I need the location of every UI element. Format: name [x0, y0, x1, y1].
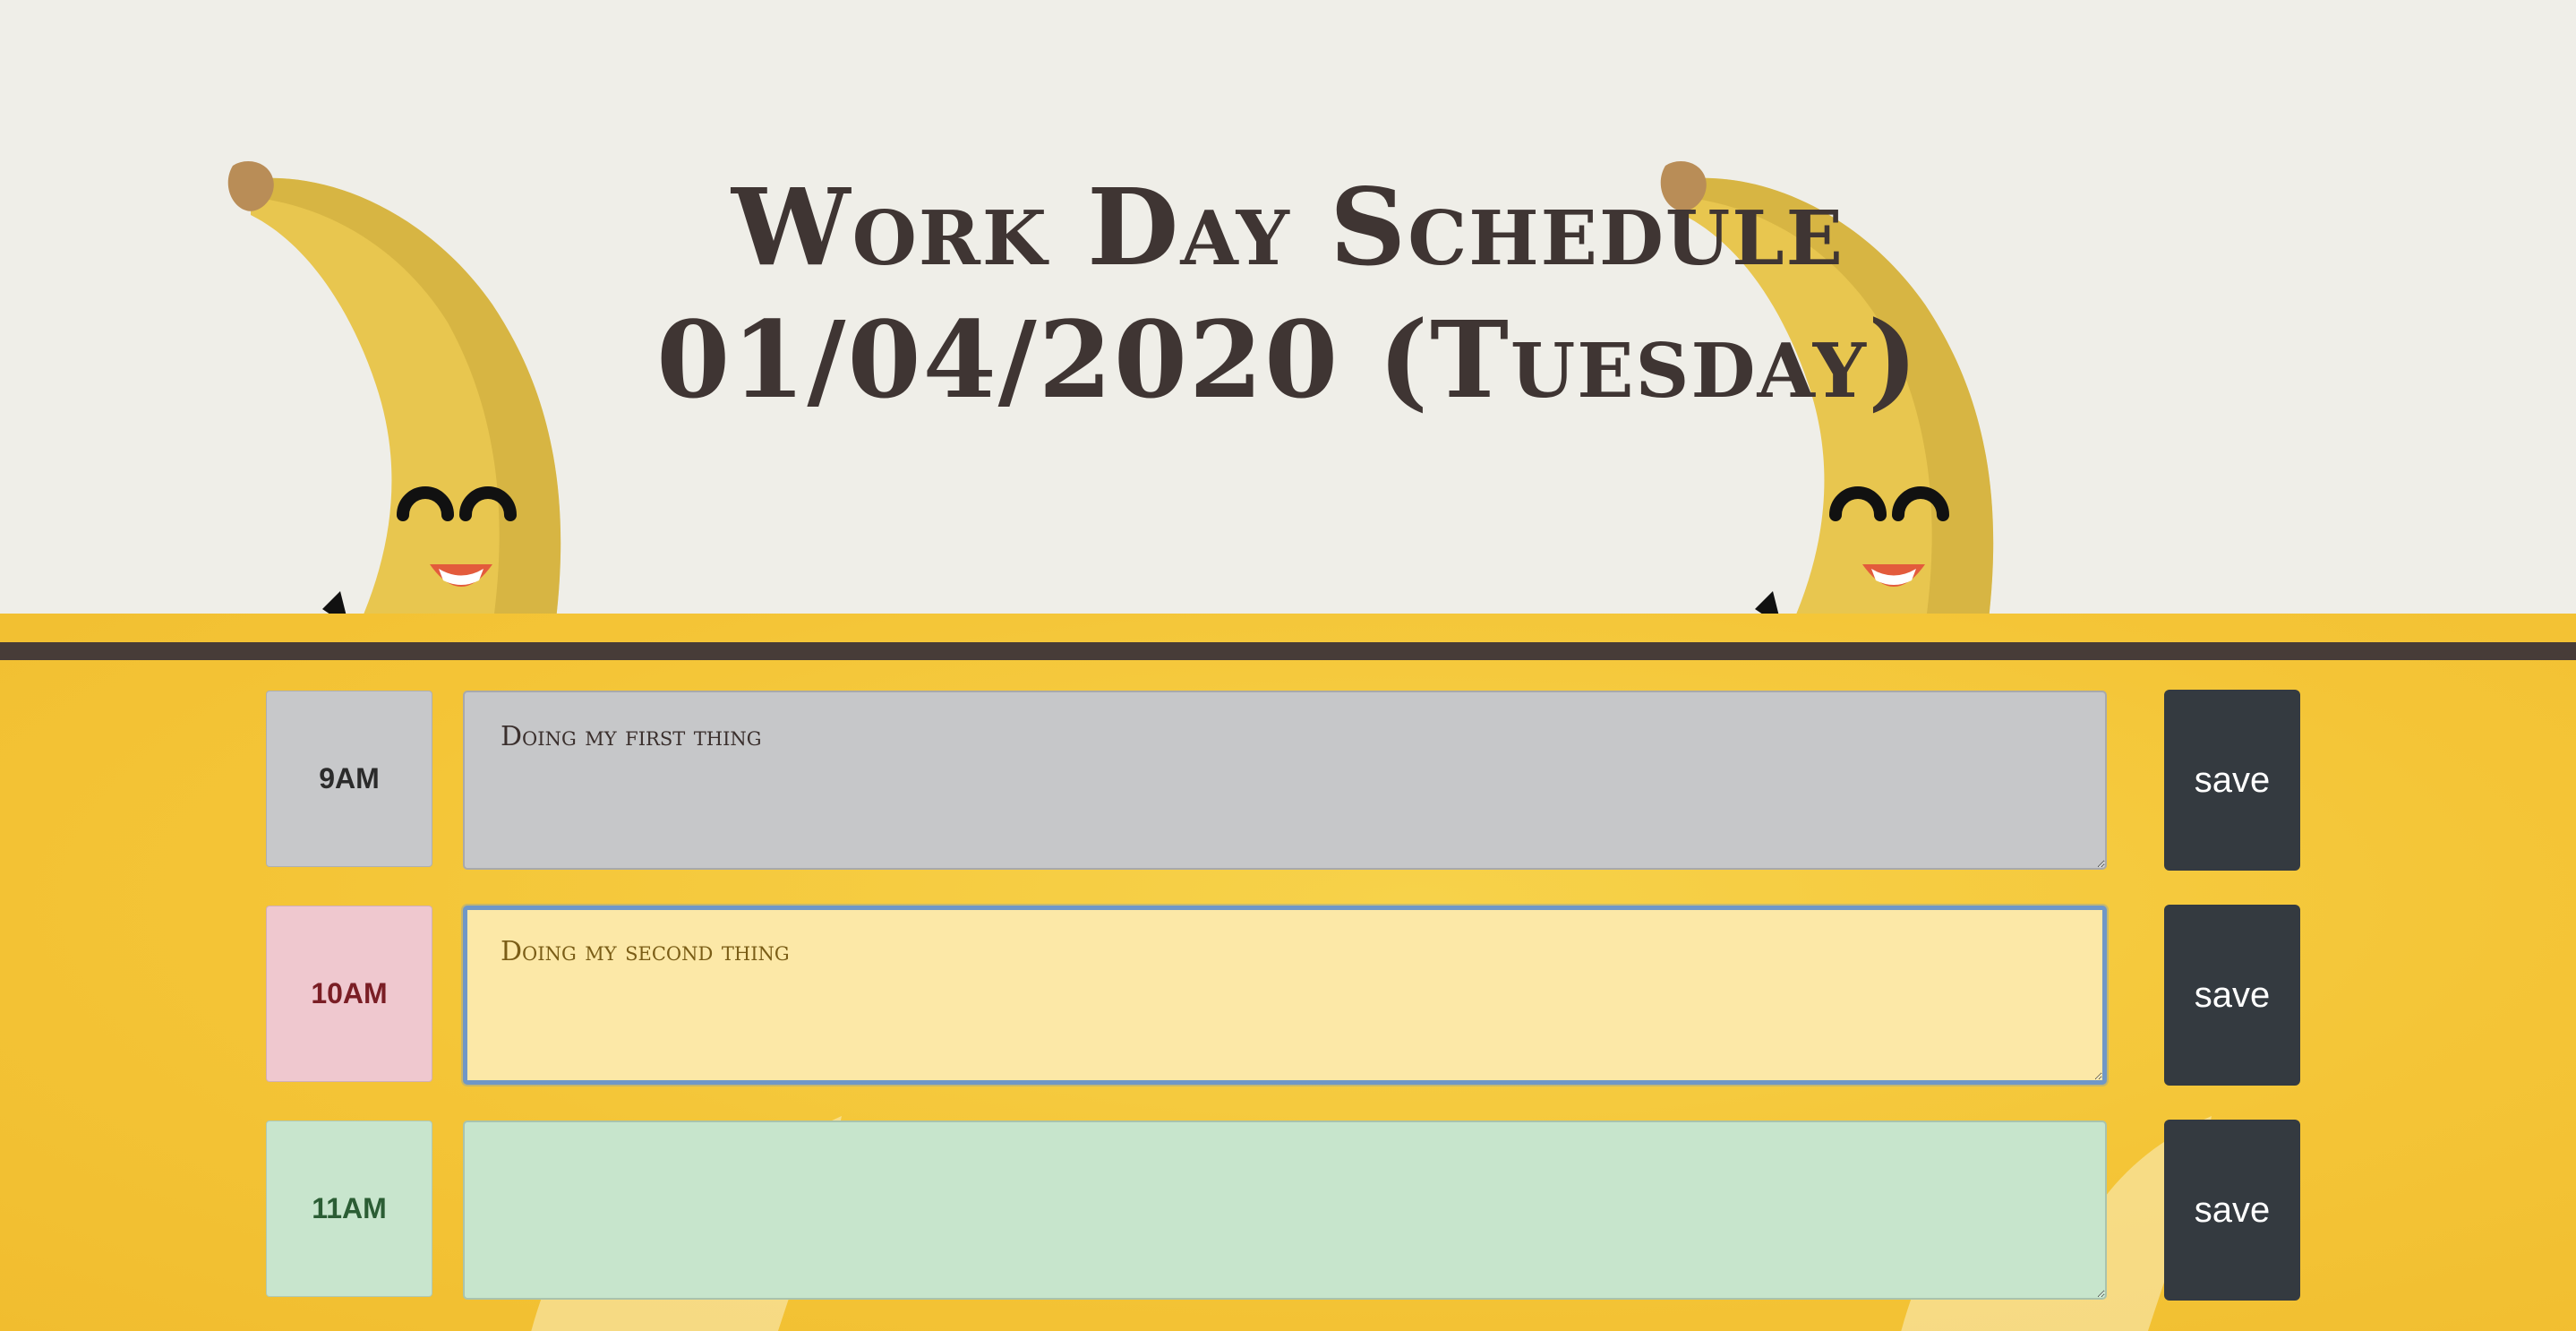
hour-label: 11AM — [266, 1121, 432, 1297]
save-button[interactable]: save — [2164, 905, 2300, 1086]
task-input[interactable]: Doing my second thing — [463, 906, 2107, 1085]
hour-label: 10AM — [266, 906, 432, 1082]
task-input[interactable]: Doing my first thing — [463, 691, 2107, 870]
time-block-row: 9AM Doing my first thing save — [266, 690, 2300, 871]
page-title-block: Work Day Schedule 01/04/2020 (Tuesday) — [0, 175, 2576, 413]
header: Work Day Schedule 01/04/2020 (Tuesday) — [0, 0, 2576, 614]
header-divider — [0, 642, 2576, 660]
save-button[interactable]: save — [2164, 1120, 2300, 1301]
save-button[interactable]: save — [2164, 690, 2300, 871]
time-block-row: 11AM save — [266, 1120, 2300, 1301]
hour-label: 9AM — [266, 691, 432, 867]
page-title: Work Day Schedule — [732, 165, 1844, 289]
schedule-container: 9AM Doing my first thing save 10AM Doing… — [0, 614, 2576, 1331]
task-input[interactable] — [463, 1121, 2107, 1300]
time-block-row: 10AM Doing my second thing save — [266, 905, 2300, 1086]
current-date: 01/04/2020 (Tuesday) — [656, 297, 1920, 422]
